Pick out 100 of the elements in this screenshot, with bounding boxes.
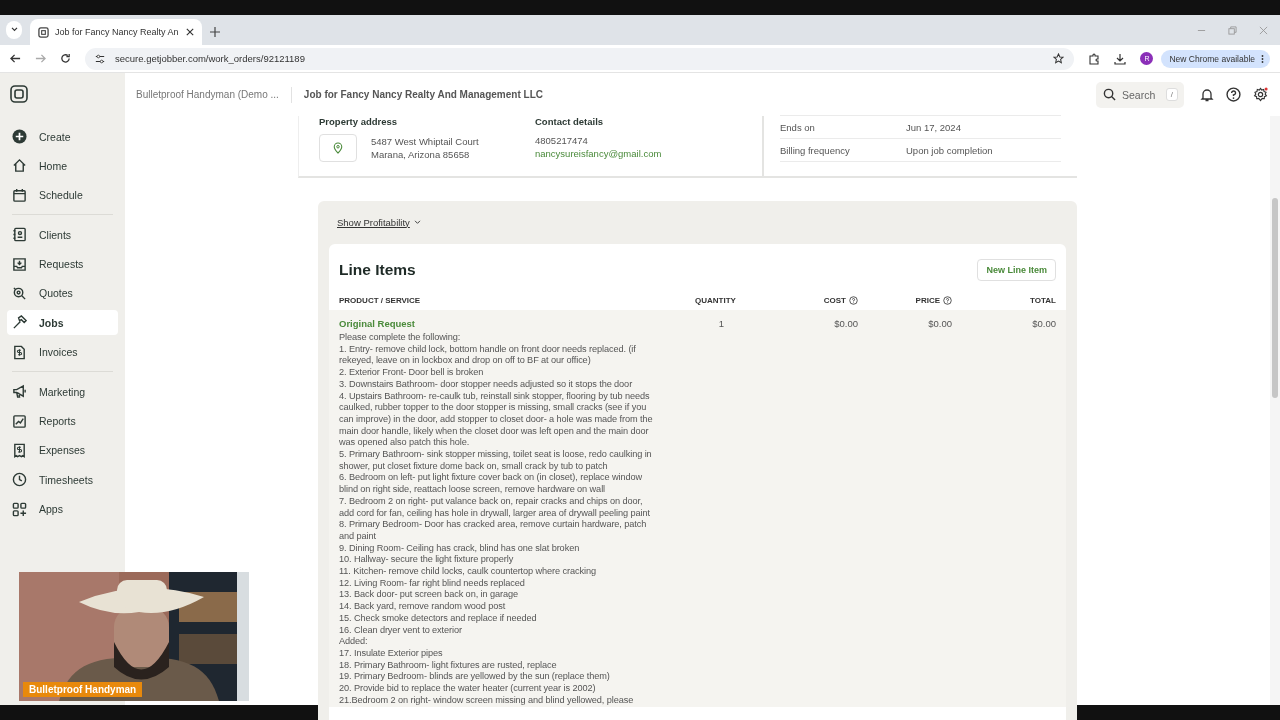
- description-line: caulked, rubber topper to the door stopper is missing, small cracks (see if you: [339, 402, 647, 414]
- account-name[interactable]: Bulletproof Handyman (Demo ...: [136, 89, 279, 100]
- browser-tab[interactable]: Job for Fancy Nancy Realty An: [30, 19, 202, 45]
- column-header: PRICE: [915, 295, 940, 305]
- map-pin-icon: [333, 142, 343, 154]
- reload-icon[interactable]: [60, 53, 71, 64]
- description-line: 21.Bedroom 2 on right- window screen missing and blind yellowed, please: [339, 694, 634, 707]
- description-line: 5. Primary Bathroom- sink stopper missing, toilet seat is loose, redo caulking in: [339, 449, 652, 461]
- line-item-name: Original Request: [339, 318, 415, 329]
- description-line: can improve) in the door, add stopper to closet door- a hole was made from the: [339, 413, 653, 426]
- description-line: and paint: [339, 530, 376, 543]
- description-line: 10. Hallway- secure the light fixture properly: [339, 554, 514, 567]
- create-icon: [12, 129, 27, 144]
- description-line: 7. Bedroom 2 on right- put valance back on, repair cracks and chips on door,: [339, 495, 643, 508]
- site-settings-icon[interactable]: [95, 53, 105, 64]
- sidebar-item[interactable]: Reports: [7, 408, 118, 434]
- description-line: 9. Dining Room- Ceiling has crack, blind has one slat broken: [339, 542, 580, 555]
- download-icon[interactable]: [1114, 52, 1127, 65]
- more-icon[interactable]: [1261, 53, 1264, 64]
- column-header: QUANTITY: [695, 295, 736, 305]
- address-line: Marana, Arizona 85658: [371, 148, 471, 161]
- description-line: 18. Primary Bathroom- light fixtures are rusted, replace: [339, 659, 557, 672]
- logo-icon[interactable]: [10, 85, 28, 103]
- search-icon: [1103, 87, 1116, 101]
- sidebar-item[interactable]: Invoices: [7, 339, 118, 365]
- field-label: Property address: [319, 116, 399, 127]
- sidebar-item[interactable]: Apps: [7, 496, 118, 522]
- megaphone-icon: [12, 384, 27, 400]
- receipt-icon: [12, 442, 27, 458]
- description-line: main door handle, likely when the closet door was left open and the main door: [339, 425, 649, 438]
- section-title: Line Items: [339, 261, 416, 279]
- map-pin-button[interactable]: [319, 134, 357, 162]
- extensions-icon[interactable]: [1088, 52, 1101, 65]
- description-line: 19. Primary Bedroom- blinds are yellowed by the sun (replace them): [339, 671, 610, 684]
- new-tab-icon[interactable]: [210, 27, 220, 37]
- hammer-icon: [12, 315, 27, 331]
- sidebar-item[interactable]: Schedule: [7, 182, 118, 208]
- column-header: TOTAL: [1030, 295, 1056, 305]
- description-line: 3. Downstairs Bathroom- door stopper needs adjusted so it stops the door: [339, 378, 633, 391]
- clock-icon: [12, 472, 27, 488]
- address-line: 5487 West Whiptail Court: [371, 135, 479, 148]
- detail-value: Upon job completion: [906, 143, 993, 157]
- description-line: 11. Kitchen- remove child locks, caulk countertop where cracking: [339, 566, 596, 578]
- scrollbar-thumb[interactable]: [1272, 198, 1278, 398]
- home-icon: [12, 158, 27, 174]
- description-line: add cord for fan, ceiling has hole in drywall, larger area of drywall peeling paint: [339, 507, 650, 520]
- settings-icon[interactable]: [1253, 87, 1268, 102]
- description-line: 12. Living Room- far right blind needs replaced: [339, 577, 525, 590]
- sidebar-item[interactable]: Expenses: [7, 437, 118, 463]
- detail-value: Jun 17, 2024: [906, 120, 961, 134]
- cost-cell: $0.00: [834, 318, 858, 329]
- sidebar-item[interactable]: Requests: [7, 251, 118, 277]
- detail-label: Billing frequency: [780, 143, 851, 157]
- sidebar-item[interactable]: Home: [7, 153, 118, 179]
- description-line: 14. Back yard, remove random wood post: [339, 601, 506, 613]
- sidebar-item[interactable]: Timesheets: [7, 467, 118, 493]
- chevron-down-icon: [413, 219, 421, 225]
- description-line: 1. Entry- remove child lock, bottom handle on front door needs replaced. (if: [339, 343, 636, 356]
- price-cell: $0.00: [928, 318, 952, 329]
- description-line: 8. Primary Bedroom- Door has cracked area, remove curtain hardware, patch: [339, 519, 647, 531]
- update-button[interactable]: New Chrome available: [1161, 49, 1270, 68]
- field-label: Contact details: [535, 116, 605, 127]
- close-icon[interactable]: [186, 28, 194, 36]
- help-icon[interactable]: [1226, 87, 1241, 102]
- description-line: 4. Upstairs Bathroom- re-caulk tub, reinstall sink stopper, flooring by tub needs: [339, 390, 650, 403]
- description-line: 2. Exterior Front- Door bell is broken: [339, 367, 484, 379]
- description-line: Added:: [339, 636, 368, 648]
- description-line: was opened also patch this hole.: [339, 437, 470, 450]
- sidebar-item[interactable]: Marketing: [7, 379, 118, 405]
- phone-number: 4805217474: [535, 134, 589, 147]
- description-line: shower, put closet fixture dome back on, small crack by tub to patch: [339, 460, 608, 473]
- column-header: PRODUCT / SERVICE: [339, 295, 421, 305]
- new-line-item-button[interactable]: New Line Item: [977, 259, 1056, 281]
- star-icon[interactable]: [1053, 53, 1065, 64]
- sidebar-item[interactable]: Jobs: [7, 310, 118, 336]
- description-line: rekeyed, leave on in lockbox and drop on off to BF at our office): [339, 355, 591, 368]
- address-field[interactable]: secure.getjobber.com/work_orders/92121189: [85, 47, 1075, 70]
- description-line: 17. Insulate Exterior pipes: [339, 648, 443, 660]
- total-cell: $0.00: [1032, 318, 1056, 329]
- caption-label: Bulletproof Handyman: [23, 682, 143, 697]
- email-link[interactable]: nancysureisfancy@gmail.com: [535, 147, 662, 160]
- quote-icon: [12, 285, 27, 301]
- description-line: 13. Back door- put screen back on, in garage: [339, 589, 518, 602]
- sidebar-item[interactable]: Quotes: [7, 280, 118, 306]
- quantity-cell: 1: [718, 318, 725, 329]
- description-line: 20. Provide bid to replace the water heater (current year is 2002): [339, 683, 596, 695]
- sidebar-item[interactable]: Create: [7, 124, 118, 149]
- description-line: 6. Bedroom on left- put light fixture cover back on (in closet), replace window: [339, 472, 643, 485]
- description-line: Please complete the following:: [339, 332, 461, 344]
- description-line: blind on right side, reattach loose screen, remove hardware on wall: [339, 484, 605, 496]
- chevron-down-icon: [10, 27, 18, 32]
- sidebar-item[interactable]: Clients: [7, 222, 118, 248]
- chart-icon: [12, 413, 27, 429]
- description-line: 15. Check smoke detectors and replace if needed: [339, 612, 537, 625]
- favicon-icon: [38, 26, 49, 38]
- show-profitability-toggle[interactable]: Show Profitability: [329, 213, 1066, 231]
- back-icon[interactable]: [10, 53, 21, 64]
- column-header: COST: [823, 295, 846, 305]
- tab-search-button[interactable]: [6, 21, 22, 39]
- notification-bell-icon[interactable]: [1200, 87, 1214, 102]
